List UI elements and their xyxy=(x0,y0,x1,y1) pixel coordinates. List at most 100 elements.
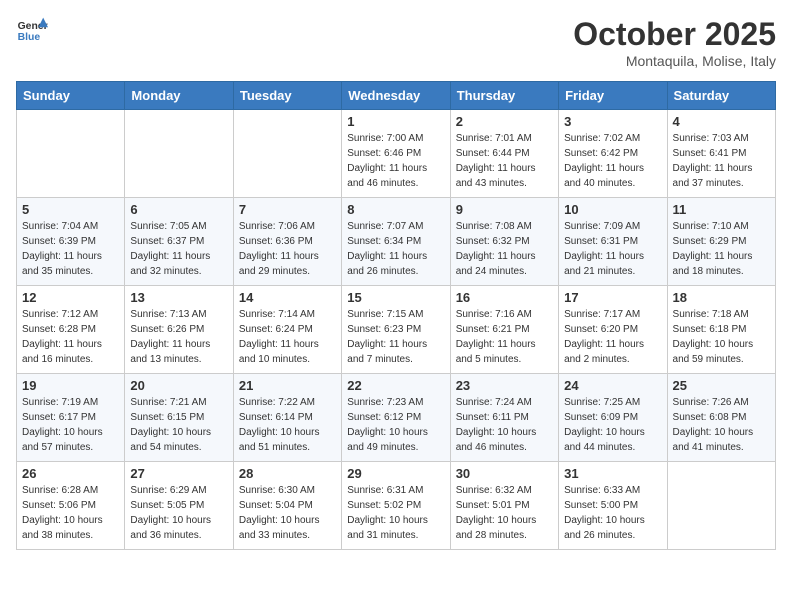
calendar-cell: 23 Sunrise: 7:24 AM Sunset: 6:11 PM Dayli… xyxy=(450,374,558,462)
day-info: Sunrise: 7:21 AM Sunset: 6:15 PM Dayligh… xyxy=(130,395,227,455)
day-number: 27 xyxy=(130,466,227,481)
day-number: 23 xyxy=(456,378,553,393)
calendar-cell: 9Sunrise: 7:08 AM Sunset: 6:32 PM Daylig… xyxy=(450,198,558,286)
calendar-table: SundayMondayTuesdayWednesdayThursdayFrid… xyxy=(16,81,776,550)
month-title: October 2025 xyxy=(573,16,776,53)
day-info: Sunrise: 6:28 AM Sunset: 5:06 PM Dayligh… xyxy=(22,483,119,543)
day-number: 24 xyxy=(564,378,661,393)
day-number: 26 xyxy=(22,466,119,481)
calendar-cell: 20 Sunrise: 7:21 AM Sunset: 6:15 PM Dayli… xyxy=(125,374,233,462)
day-number: 22 xyxy=(347,378,444,393)
location-subtitle: Montaquila, Molise, Italy xyxy=(573,53,776,69)
calendar-cell: 25Sunrise: 7:26 AM Sunset: 6:08 PM Dayli… xyxy=(667,374,775,462)
day-info: Sunrise: 7:14 AM Sunset: 6:24 PM Dayligh… xyxy=(239,307,336,367)
day-number: 1 xyxy=(347,114,444,129)
day-info: Sunrise: 6:32 AM Sunset: 5:01 PM Dayligh… xyxy=(456,483,553,543)
day-number: 20 xyxy=(130,378,227,393)
day-number: 6 xyxy=(130,202,227,217)
day-info: Sunrise: 7:07 AM Sunset: 6:34 PM Dayligh… xyxy=(347,219,444,279)
calendar-cell: 16 Sunrise: 7:16 AM Sunset: 6:21 PM Dayli… xyxy=(450,286,558,374)
day-info: Sunrise: 6:31 AM Sunset: 5:02 PM Dayligh… xyxy=(347,483,444,543)
day-info: Sunrise: 6:33 AM Sunset: 5:00 PM Dayligh… xyxy=(564,483,661,543)
calendar-cell: 1 Sunrise: 7:00 AM Sunset: 6:46 PM Daylig… xyxy=(342,110,450,198)
calendar-cell: 4 Sunrise: 7:03 AM Sunset: 6:41 PM Daylig… xyxy=(667,110,775,198)
day-info: Sunrise: 7:17 AM Sunset: 6:20 PM Dayligh… xyxy=(564,307,661,367)
day-info: Sunrise: 7:04 AM Sunset: 6:39 PM Dayligh… xyxy=(22,219,119,279)
day-info: Sunrise: 7:19 AM Sunset: 6:17 PM Dayligh… xyxy=(22,395,119,455)
calendar-cell xyxy=(17,110,125,198)
calendar-cell: 6 Sunrise: 7:05 AM Sunset: 6:37 PM Daylig… xyxy=(125,198,233,286)
calendar-cell: 5 Sunrise: 7:04 AM Sunset: 6:39 PM Daylig… xyxy=(17,198,125,286)
day-number: 16 xyxy=(456,290,553,305)
day-info: Sunrise: 6:30 AM Sunset: 5:04 PM Dayligh… xyxy=(239,483,336,543)
calendar-cell xyxy=(233,110,341,198)
day-number: 19 xyxy=(22,378,119,393)
day-number: 10 xyxy=(564,202,661,217)
day-info: Sunrise: 7:10 AM Sunset: 6:29 PM Dayligh… xyxy=(673,219,770,279)
day-number: 8 xyxy=(347,202,444,217)
day-info: Sunrise: 7:22 AM Sunset: 6:14 PM Dayligh… xyxy=(239,395,336,455)
weekday-header-monday: Monday xyxy=(125,82,233,110)
calendar-cell: 31 Sunrise: 6:33 AM Sunset: 5:00 PM Dayli… xyxy=(559,462,667,550)
day-info: Sunrise: 7:13 AM Sunset: 6:26 PM Dayligh… xyxy=(130,307,227,367)
day-number: 31 xyxy=(564,466,661,481)
day-info: Sunrise: 7:09 AM Sunset: 6:31 PM Dayligh… xyxy=(564,219,661,279)
day-info: Sunrise: 7:12 AM Sunset: 6:28 PM Dayligh… xyxy=(22,307,119,367)
calendar-cell: 11 Sunrise: 7:10 AM Sunset: 6:29 PM Dayli… xyxy=(667,198,775,286)
calendar-cell xyxy=(125,110,233,198)
weekday-header-friday: Friday xyxy=(559,82,667,110)
calendar-cell: 3Sunrise: 7:02 AM Sunset: 6:42 PM Daylig… xyxy=(559,110,667,198)
calendar-cell: 29 Sunrise: 6:31 AM Sunset: 5:02 PM Dayli… xyxy=(342,462,450,550)
day-number: 12 xyxy=(22,290,119,305)
day-info: Sunrise: 7:15 AM Sunset: 6:23 PM Dayligh… xyxy=(347,307,444,367)
day-number: 25 xyxy=(673,378,770,393)
day-info: Sunrise: 7:03 AM Sunset: 6:41 PM Dayligh… xyxy=(673,131,770,191)
calendar-cell xyxy=(667,462,775,550)
calendar-cell: 30 Sunrise: 6:32 AM Sunset: 5:01 PM Dayli… xyxy=(450,462,558,550)
day-info: Sunrise: 7:23 AM Sunset: 6:12 PM Dayligh… xyxy=(347,395,444,455)
day-info: Sunrise: 7:01 AM Sunset: 6:44 PM Dayligh… xyxy=(456,131,553,191)
calendar-cell: 15 Sunrise: 7:15 AM Sunset: 6:23 PM Dayli… xyxy=(342,286,450,374)
day-number: 14 xyxy=(239,290,336,305)
calendar-cell: 19 Sunrise: 7:19 AM Sunset: 6:17 PM Dayli… xyxy=(17,374,125,462)
day-number: 4 xyxy=(673,114,770,129)
day-number: 21 xyxy=(239,378,336,393)
calendar-cell: 21 Sunrise: 7:22 AM Sunset: 6:14 PM Dayli… xyxy=(233,374,341,462)
day-number: 5 xyxy=(22,202,119,217)
calendar-cell: 7Sunrise: 7:06 AM Sunset: 6:36 PM Daylig… xyxy=(233,198,341,286)
day-number: 11 xyxy=(673,202,770,217)
logo: General Blue xyxy=(16,16,48,44)
calendar-cell: 10 Sunrise: 7:09 AM Sunset: 6:31 PM Dayli… xyxy=(559,198,667,286)
day-info: Sunrise: 7:16 AM Sunset: 6:21 PM Dayligh… xyxy=(456,307,553,367)
calendar-cell: 27 Sunrise: 6:29 AM Sunset: 5:05 PM Dayli… xyxy=(125,462,233,550)
logo-icon: General Blue xyxy=(16,16,48,44)
day-info: Sunrise: 7:05 AM Sunset: 6:37 PM Dayligh… xyxy=(130,219,227,279)
weekday-header-wednesday: Wednesday xyxy=(342,82,450,110)
calendar-cell: 8 Sunrise: 7:07 AM Sunset: 6:34 PM Daylig… xyxy=(342,198,450,286)
calendar-cell: 14 Sunrise: 7:14 AM Sunset: 6:24 PM Dayli… xyxy=(233,286,341,374)
day-info: Sunrise: 7:02 AM Sunset: 6:42 PM Dayligh… xyxy=(564,131,661,191)
day-info: Sunrise: 7:18 AM Sunset: 6:18 PM Dayligh… xyxy=(673,307,770,367)
weekday-header-thursday: Thursday xyxy=(450,82,558,110)
calendar-cell: 13 Sunrise: 7:13 AM Sunset: 6:26 PM Dayli… xyxy=(125,286,233,374)
day-number: 13 xyxy=(130,290,227,305)
calendar-cell: 2Sunrise: 7:01 AM Sunset: 6:44 PM Daylig… xyxy=(450,110,558,198)
day-number: 9 xyxy=(456,202,553,217)
calendar-cell: 24Sunrise: 7:25 AM Sunset: 6:09 PM Dayli… xyxy=(559,374,667,462)
day-info: Sunrise: 6:29 AM Sunset: 5:05 PM Dayligh… xyxy=(130,483,227,543)
weekday-header-saturday: Saturday xyxy=(667,82,775,110)
day-number: 7 xyxy=(239,202,336,217)
calendar-cell: 22 Sunrise: 7:23 AM Sunset: 6:12 PM Dayli… xyxy=(342,374,450,462)
weekday-header-sunday: Sunday xyxy=(17,82,125,110)
day-number: 17 xyxy=(564,290,661,305)
calendar-cell: 18Sunrise: 7:18 AM Sunset: 6:18 PM Dayli… xyxy=(667,286,775,374)
svg-text:Blue: Blue xyxy=(18,32,41,43)
page-header: General Blue October 2025 Montaquila, Mo… xyxy=(16,16,776,69)
day-number: 30 xyxy=(456,466,553,481)
weekday-header-tuesday: Tuesday xyxy=(233,82,341,110)
day-info: Sunrise: 7:00 AM Sunset: 6:46 PM Dayligh… xyxy=(347,131,444,191)
day-number: 15 xyxy=(347,290,444,305)
calendar-cell: 17 Sunrise: 7:17 AM Sunset: 6:20 PM Dayli… xyxy=(559,286,667,374)
day-number: 29 xyxy=(347,466,444,481)
day-info: Sunrise: 7:24 AM Sunset: 6:11 PM Dayligh… xyxy=(456,395,553,455)
